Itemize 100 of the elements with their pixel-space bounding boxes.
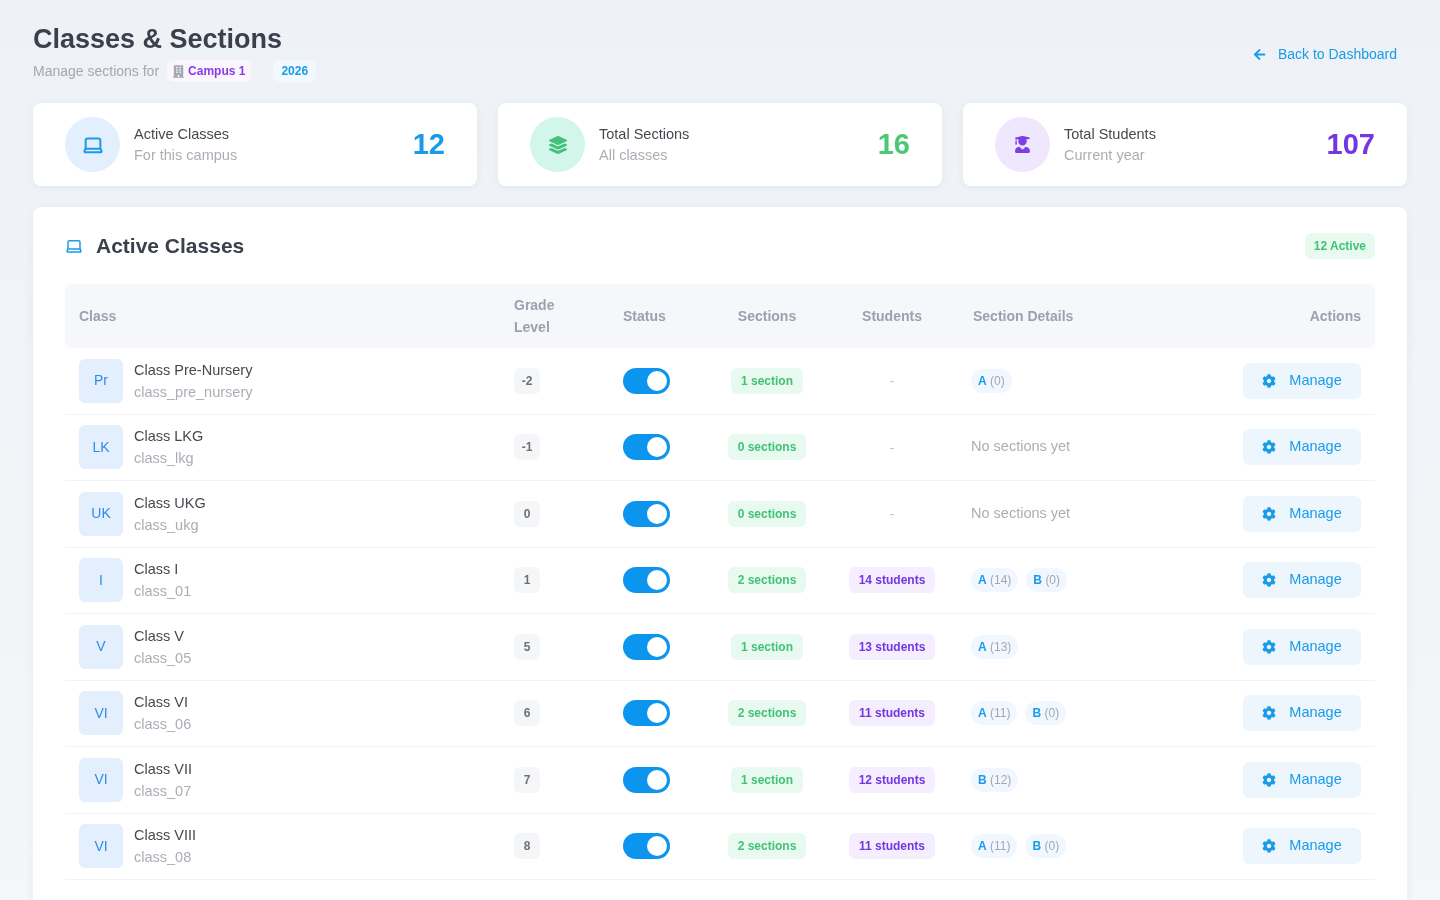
sections-count: 2 sections	[727, 833, 807, 860]
empty-dash: -	[889, 372, 895, 390]
section-chip: B (0)	[1026, 568, 1068, 593]
grade-level: 1	[514, 567, 540, 594]
status-toggle[interactable]	[623, 700, 670, 727]
initials-avatar: V	[79, 624, 123, 669]
class-code: class_pre_nursery	[134, 382, 253, 402]
class-code: class_05	[134, 648, 192, 668]
column-header: Actions	[1309, 307, 1361, 326]
stat-title: Active Classes	[134, 124, 231, 144]
settings-icon	[1262, 772, 1277, 787]
manage-button[interactable]: Manage	[1243, 562, 1361, 599]
status-toggle[interactable]	[623, 766, 670, 793]
panel-title: Active Classes	[96, 232, 245, 259]
class-code: class_ukg	[134, 515, 200, 535]
class-code: class_07	[134, 781, 192, 801]
sections-count: 2 sections	[727, 700, 807, 727]
section-chip: A (11)	[971, 701, 1018, 726]
initials-avatar: Pr	[79, 358, 123, 403]
status-toggle[interactable]	[623, 833, 670, 860]
status-toggle[interactable]	[623, 633, 670, 660]
initials-avatar: LK	[79, 425, 123, 470]
empty-dash: -	[889, 505, 895, 523]
class-code: class_lkg	[134, 449, 195, 469]
class-name: Class Pre-Nursery	[134, 360, 253, 380]
grade-level: 6	[514, 700, 540, 727]
manage-button[interactable]: Manage	[1243, 429, 1361, 466]
sections-count: 0 sections	[727, 500, 807, 527]
initials-avatar: I	[79, 558, 123, 603]
manage-button[interactable]: Manage	[1243, 695, 1361, 732]
class-name: Class UKG	[134, 493, 206, 513]
class-name: Class VII	[134, 759, 192, 779]
section-chip: A (0)	[971, 368, 1012, 393]
class-code: class_06	[134, 715, 192, 735]
page-subtitle: Manage sections for	[33, 61, 160, 81]
manage-button[interactable]: Manage	[1243, 828, 1361, 865]
stat-subtitle: All classes	[599, 145, 669, 165]
section-chip: B (0)	[1025, 701, 1067, 726]
class-name: Class VIII	[134, 826, 197, 846]
column-header: Sections	[737, 307, 797, 326]
grade-level: 8	[514, 833, 540, 860]
initials-avatar: VI	[79, 691, 123, 736]
settings-icon	[1262, 573, 1277, 588]
stat-subtitle: For this campus	[134, 145, 239, 165]
grade-level: 0	[514, 500, 540, 527]
manage-button[interactable]: Manage	[1243, 362, 1361, 399]
class-name: Class V	[134, 626, 185, 646]
section-chip: A (14)	[971, 568, 1019, 593]
manage-button[interactable]: Manage	[1243, 495, 1361, 532]
initials-avatar: UK	[79, 491, 123, 536]
stat-value: 12	[412, 126, 445, 162]
manage-button[interactable]: Manage	[1243, 628, 1361, 665]
students-count: 14 students	[848, 567, 936, 594]
year-tag: 2026	[273, 60, 317, 82]
section-chip: B (12)	[971, 767, 1019, 792]
stat-title: Total Students	[1064, 124, 1157, 144]
status-toggle[interactable]	[623, 567, 670, 594]
column-header: Grade Level	[514, 295, 556, 337]
layers-icon	[530, 117, 585, 172]
column-header: Section Details	[973, 307, 1074, 326]
settings-icon	[1262, 839, 1277, 854]
empty-dash: -	[889, 438, 895, 457]
column-header: Students	[862, 307, 922, 326]
sections-count: 1 section	[731, 367, 803, 394]
stat-value: 16	[877, 126, 910, 162]
grade-level: 7	[514, 766, 540, 793]
page-title: Classes & Sections	[33, 23, 284, 56]
status-toggle[interactable]	[623, 367, 670, 394]
no-sections-note: No sections yet	[971, 503, 1071, 523]
settings-icon	[1262, 639, 1277, 654]
settings-icon	[1262, 706, 1277, 721]
stat-subtitle: Current year	[1064, 145, 1146, 165]
sections-count: 2 sections	[727, 567, 807, 594]
active-count-badge: 12 Active	[1304, 232, 1375, 259]
sections-count: 0 sections	[727, 434, 807, 461]
section-chip: A (11)	[971, 834, 1018, 859]
building-icon	[173, 64, 185, 78]
column-header: Status	[623, 307, 666, 326]
campus-name: Campus 1	[188, 63, 246, 80]
class-code: class_01	[134, 582, 192, 602]
students-count: 11 students	[849, 700, 935, 727]
sections-count: 1 section	[731, 633, 803, 660]
stat-title: Total Sections	[599, 124, 691, 144]
status-toggle[interactable]	[623, 500, 670, 527]
no-sections-note: No sections yet	[971, 437, 1071, 457]
column-header: Class	[79, 307, 117, 326]
students-count: 12 students	[848, 766, 936, 793]
class-name: Class I	[134, 560, 180, 580]
grade-level: -2	[514, 367, 540, 394]
stat-value: 107	[1326, 126, 1375, 162]
section-chip: A (13)	[971, 634, 1019, 659]
settings-icon	[1262, 440, 1277, 455]
sections-count: 1 section	[731, 766, 803, 793]
back-link[interactable]: Back to Dashboard	[1252, 44, 1397, 65]
arrow-left-icon	[1252, 48, 1266, 61]
class-code: class_08	[134, 848, 193, 868]
settings-icon	[1262, 506, 1277, 521]
initials-avatar: VI	[79, 757, 123, 802]
manage-button[interactable]: Manage	[1243, 761, 1361, 798]
status-toggle[interactable]	[623, 434, 670, 461]
